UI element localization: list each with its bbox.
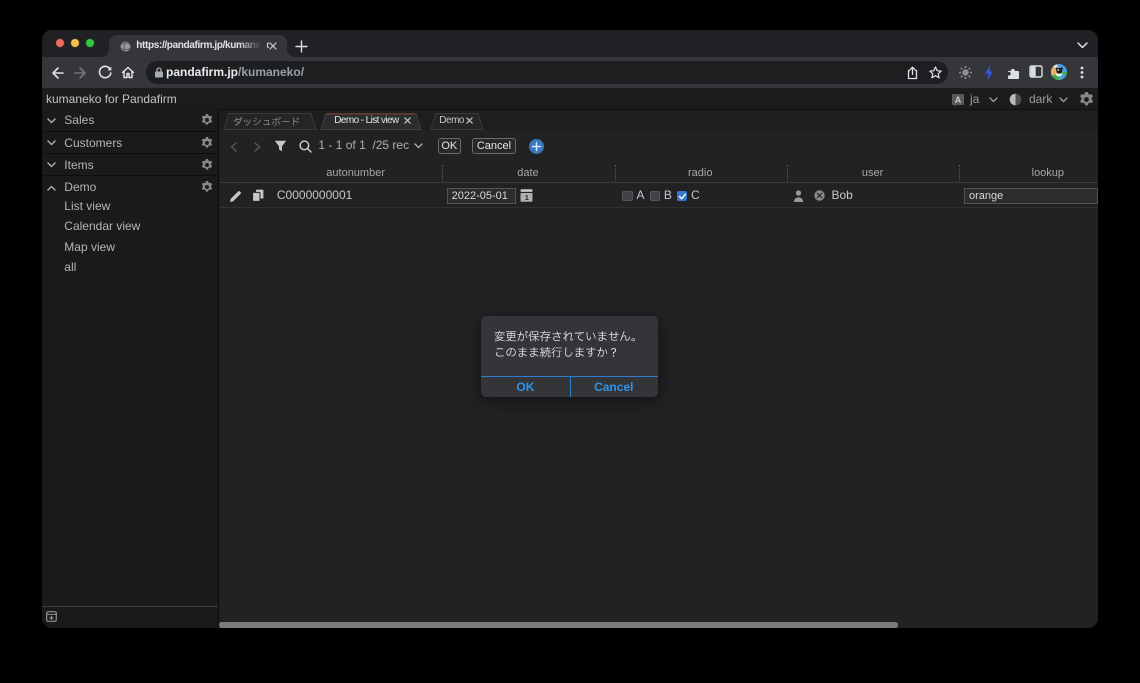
svg-text:A: A [955, 95, 962, 105]
svg-text:1: 1 [524, 194, 528, 203]
